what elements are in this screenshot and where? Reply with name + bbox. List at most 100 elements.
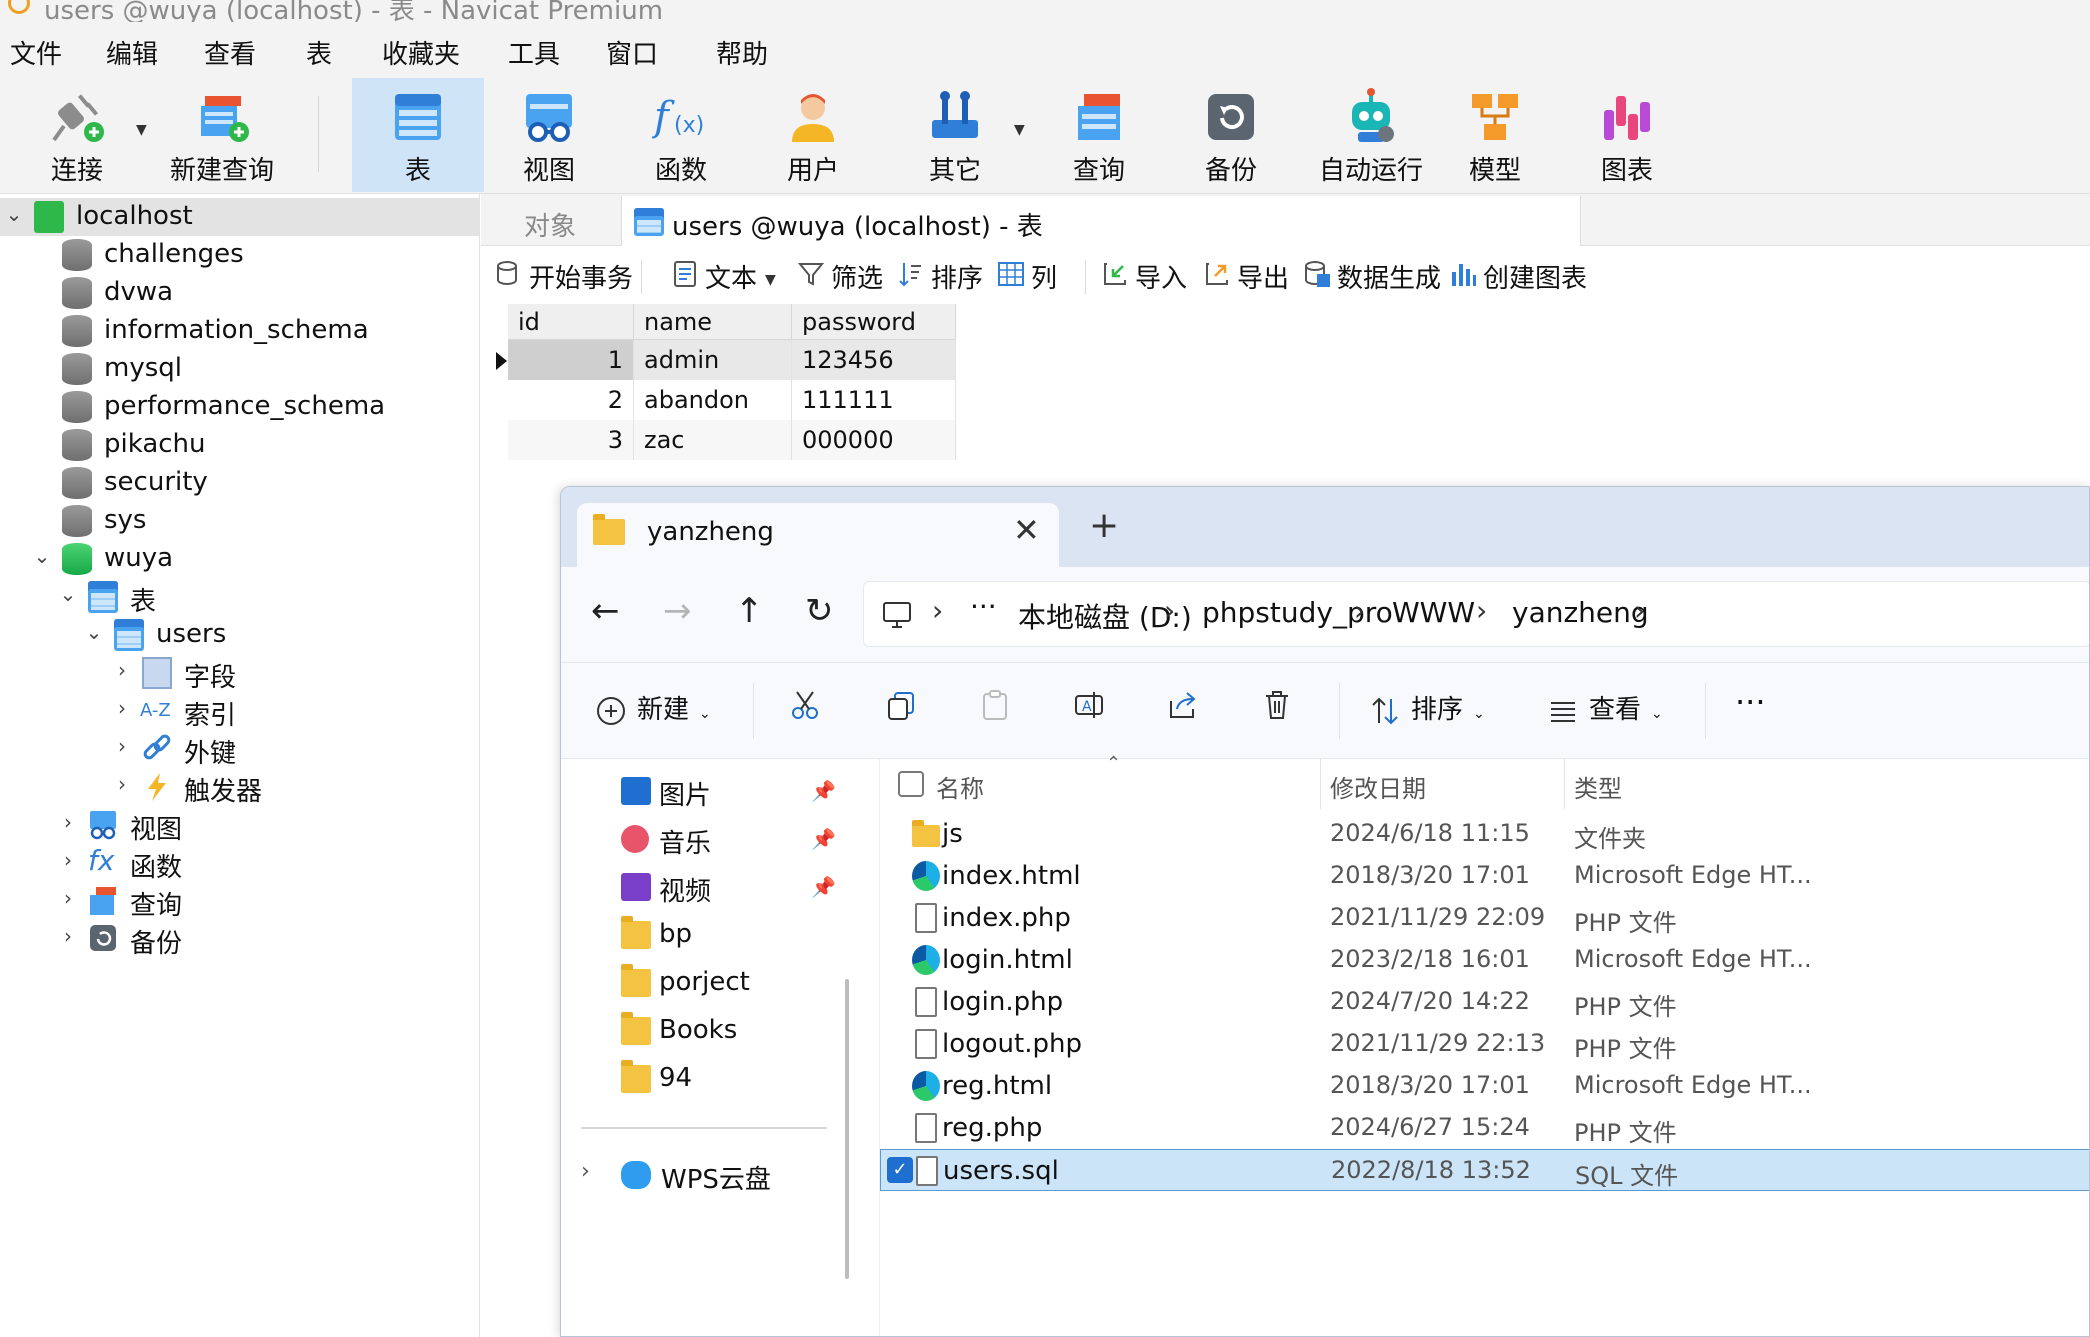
list-item-selected[interactable]: ✓ users.sql 2022/8/18 13:52 SQL 文件 bbox=[880, 1149, 2089, 1191]
data-generation-button[interactable]: 数据生成 bbox=[1303, 258, 1441, 295]
more-options-button[interactable]: ··· bbox=[1735, 683, 1766, 721]
text-button[interactable]: 文本 ▼ bbox=[671, 258, 776, 295]
chart-button[interactable]: 图表 bbox=[1572, 78, 1682, 192]
tree-fields[interactable]: › 字段 bbox=[0, 654, 480, 693]
connect-button[interactable]: 连接 bbox=[22, 78, 132, 192]
automation-button[interactable]: 自动运行 bbox=[1306, 78, 1436, 192]
refresh-button[interactable]: ↻ bbox=[805, 591, 834, 631]
sidebar-scrollbar[interactable] bbox=[845, 979, 849, 1279]
list-item[interactable]: index.html 2018/3/20 17:01 Microsoft Edg… bbox=[880, 855, 2089, 897]
column-header-password[interactable]: password bbox=[792, 304, 956, 340]
tree-queries-group[interactable]: › 查询 bbox=[0, 882, 480, 921]
tree-db-performance-schema[interactable]: performance_schema bbox=[0, 388, 480, 426]
cell-name[interactable]: admin bbox=[634, 340, 792, 380]
tree-triggers[interactable]: › 触发器 bbox=[0, 768, 480, 807]
up-button[interactable]: ↑ bbox=[735, 591, 764, 631]
tree-db-security[interactable]: security bbox=[0, 464, 480, 502]
create-chart-button[interactable]: 创建图表 bbox=[1449, 258, 1587, 295]
user-button[interactable]: 用户 bbox=[758, 78, 868, 192]
columns-button[interactable]: 列 bbox=[997, 258, 1057, 295]
copy-button[interactable] bbox=[885, 689, 927, 721]
view-menu-button[interactable]: 查看 ⌄ bbox=[1547, 689, 1663, 727]
new-query-button[interactable]: 新建查询 bbox=[162, 78, 282, 192]
tree-foreign-keys[interactable]: › 外键 bbox=[0, 730, 480, 769]
backup-button[interactable]: 备份 bbox=[1176, 78, 1286, 192]
other-dropdown[interactable]: ▼ bbox=[1010, 78, 1030, 192]
cell-name[interactable]: zac bbox=[634, 420, 792, 460]
new-button[interactable]: 新建 ⌄ bbox=[595, 689, 711, 727]
tree-views-group[interactable]: › 视图 bbox=[0, 806, 480, 845]
model-button[interactable]: 模型 bbox=[1440, 78, 1550, 192]
table-row[interactable]: 2 abandon 111111 bbox=[508, 380, 956, 420]
list-item[interactable]: login.php 2024/7/20 14:22 PHP 文件 bbox=[880, 981, 2089, 1023]
tab-objects[interactable]: 对象 bbox=[481, 196, 619, 246]
sort-button[interactable]: 排序 bbox=[897, 258, 983, 295]
filter-button[interactable]: 筛选 bbox=[797, 258, 883, 295]
cell-name[interactable]: abandon bbox=[634, 380, 792, 420]
import-button[interactable]: 导入 bbox=[1101, 258, 1187, 295]
table-row[interactable]: 3 zac 000000 bbox=[508, 420, 956, 460]
connect-dropdown[interactable]: ▼ bbox=[132, 78, 152, 192]
select-all-checkbox[interactable] bbox=[898, 771, 924, 797]
begin-transaction-button[interactable]: 开始事务 bbox=[495, 258, 633, 295]
cut-button[interactable] bbox=[789, 689, 831, 721]
column-header-name[interactable]: name bbox=[634, 304, 792, 340]
column-divider[interactable] bbox=[1320, 759, 1321, 809]
column-header-id[interactable]: id bbox=[508, 304, 634, 340]
table-button[interactable]: 表 bbox=[352, 78, 484, 192]
menu-help[interactable]: 帮助 bbox=[716, 34, 768, 71]
delete-button[interactable] bbox=[1261, 689, 1303, 721]
cell-id[interactable]: 3 bbox=[508, 420, 634, 460]
tree-db-dvwa[interactable]: dvwa bbox=[0, 274, 480, 312]
tree-db-sys[interactable]: sys bbox=[0, 502, 480, 540]
list-item[interactable]: index.php 2021/11/29 22:09 PHP 文件 bbox=[880, 897, 2089, 939]
view-button[interactable]: 视图 bbox=[494, 78, 604, 192]
row-checkbox[interactable]: ✓ bbox=[887, 1157, 913, 1183]
explorer-tab-yanzheng[interactable]: yanzheng ✕ bbox=[577, 503, 1059, 567]
tree-backups-group[interactable]: › 备份 bbox=[0, 920, 480, 959]
pin-icon[interactable]: 📌 bbox=[811, 875, 836, 899]
tree-connection-localhost[interactable]: ⌄ localhost bbox=[0, 198, 480, 236]
cell-password[interactable]: 000000 bbox=[792, 420, 956, 460]
query-button[interactable]: 查询 bbox=[1044, 78, 1154, 192]
tree-db-challenges[interactable]: challenges bbox=[0, 236, 480, 274]
menu-tools[interactable]: 工具 bbox=[508, 34, 560, 71]
tab-users-table[interactable]: users @wuya (localhost) - 表 bbox=[621, 196, 1581, 246]
breadcrumb-yanzheng[interactable]: yanzheng bbox=[1512, 596, 1649, 629]
tree-db-pikachu[interactable]: pikachu bbox=[0, 426, 480, 464]
menu-table[interactable]: 表 bbox=[306, 34, 332, 71]
list-item[interactable]: logout.php 2021/11/29 22:13 PHP 文件 bbox=[880, 1023, 2089, 1065]
sort-menu-button[interactable]: 排序 ⌄ bbox=[1369, 689, 1485, 727]
rename-button[interactable]: A bbox=[1073, 689, 1115, 721]
menu-edit[interactable]: 编辑 bbox=[106, 34, 158, 71]
cell-password[interactable]: 111111 bbox=[792, 380, 956, 420]
cell-id[interactable]: 2 bbox=[508, 380, 634, 420]
menu-window[interactable]: 窗口 bbox=[606, 34, 658, 71]
list-item[interactable]: reg.html 2018/3/20 17:01 Microsoft Edge … bbox=[880, 1065, 2089, 1107]
paste-button[interactable] bbox=[979, 689, 1021, 721]
pin-icon[interactable]: 📌 bbox=[811, 827, 836, 851]
pin-icon[interactable]: 📌 bbox=[811, 779, 836, 803]
close-tab-button[interactable]: ✕ bbox=[1013, 511, 1040, 549]
back-button[interactable]: ← bbox=[591, 591, 620, 631]
breadcrumb-www[interactable]: WWW bbox=[1392, 596, 1475, 629]
new-tab-button[interactable]: + bbox=[1089, 505, 1119, 546]
tree-db-wuya[interactable]: ⌄ wuya bbox=[0, 540, 480, 578]
address-bar[interactable]: › ··· 本地磁盘 (D:) › phpstudy_pro › WWW › y… bbox=[863, 581, 2089, 647]
function-button[interactable]: f (x) 函数 bbox=[626, 78, 736, 192]
tree-db-information-schema[interactable]: information_schema bbox=[0, 312, 480, 350]
menu-view[interactable]: 查看 bbox=[204, 34, 256, 71]
other-button[interactable]: 其它 bbox=[900, 78, 1010, 192]
menu-favorites[interactable]: 收藏夹 bbox=[382, 34, 460, 71]
tree-db-mysql[interactable]: mysql bbox=[0, 350, 480, 388]
tree-indexes[interactable]: › A-Z 索引 bbox=[0, 692, 480, 731]
table-row[interactable]: 1 admin 123456 bbox=[496, 340, 956, 380]
share-button[interactable] bbox=[1167, 689, 1209, 721]
list-item[interactable]: reg.php 2024/6/27 15:24 PHP 文件 bbox=[880, 1107, 2089, 1149]
tree-table-users[interactable]: ⌄ users bbox=[0, 616, 480, 654]
export-button[interactable]: 导出 bbox=[1203, 258, 1289, 295]
tree-tables-group[interactable]: ⌄ 表 bbox=[0, 578, 480, 617]
more-locations-button[interactable]: ··· bbox=[970, 590, 997, 623]
tree-functions-group[interactable]: › fx 函数 bbox=[0, 844, 480, 883]
cell-id[interactable]: 1 bbox=[508, 340, 634, 380]
